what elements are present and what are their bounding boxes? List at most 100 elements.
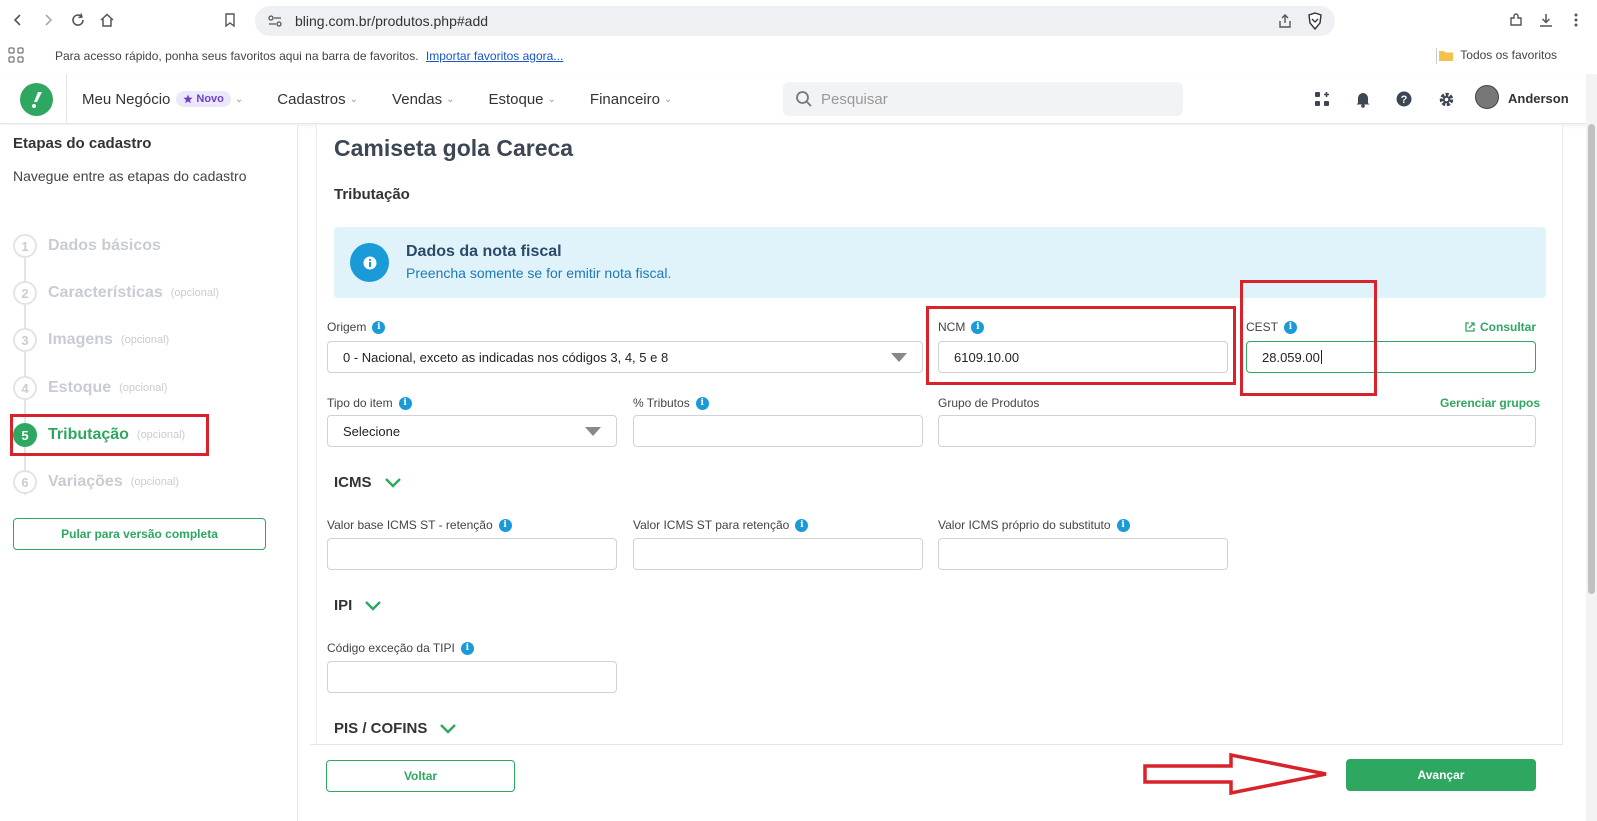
pis-cofins-section-toggle[interactable]: PIS / COFINS — [334, 720, 457, 737]
page-scrollbar[interactable] — [1586, 74, 1597, 821]
apps-add-icon[interactable] — [1312, 89, 1332, 109]
chevron-down-icon — [384, 477, 402, 489]
info-icon[interactable]: i — [795, 518, 809, 532]
step-imagens[interactable]: 3 Imagens (opcional) — [13, 328, 169, 352]
search-box[interactable] — [783, 82, 1183, 116]
back-button[interactable]: Voltar — [326, 760, 515, 792]
icms-st-input[interactable] — [633, 538, 923, 570]
address-bar[interactable]: bling.com.br/produtos.php#add — [255, 6, 1335, 36]
icms-base-label: Valor base ICMS ST - retenção i — [327, 518, 512, 532]
steps-sidebar: Etapas do cadastro Navegue entre as etap… — [0, 125, 298, 821]
icms-proprio-input[interactable] — [938, 538, 1228, 570]
downloads-icon[interactable] — [1536, 10, 1556, 30]
settings-gear-icon[interactable] — [1436, 89, 1456, 109]
annotation-box-cest — [1240, 280, 1377, 396]
url-text: bling.com.br/produtos.php#add — [295, 13, 489, 29]
new-badge: Novo — [176, 91, 231, 107]
skip-to-full-version-button[interactable]: Pular para versão completa — [13, 518, 266, 550]
origem-select[interactable]: 0 - Nacional, exceto as indicadas nos có… — [327, 341, 923, 373]
product-title: Camiseta gola Careca — [334, 135, 574, 161]
chevron-down-icon — [439, 723, 457, 735]
help-icon[interactable]: ? — [1394, 89, 1414, 109]
bookmarks-bar: Para acesso rápido, ponha seus favoritos… — [0, 40, 1597, 72]
annotation-box-ncm — [926, 306, 1236, 385]
all-bookmarks-button[interactable]: Todos os favoritos — [1438, 48, 1557, 62]
main-form: Camiseta gola Careca Tributação Dados da… — [316, 125, 1563, 745]
folder-icon — [1438, 49, 1454, 62]
info-subtitle: Preencha somente se for emitir nota fisc… — [406, 265, 672, 281]
tipo-item-label: Tipo do item i — [327, 396, 412, 410]
dropdown-caret-icon — [585, 427, 601, 436]
chevron-down-icon: ⌄ — [663, 93, 673, 105]
search-icon — [795, 90, 813, 108]
next-button[interactable]: Avançar — [1346, 759, 1536, 791]
gerenciar-grupos-link[interactable]: Gerenciar grupos — [1440, 396, 1540, 410]
bookmarks-hint: Para acesso rápido, ponha seus favoritos… — [55, 49, 419, 63]
user-avatar[interactable] — [1475, 85, 1499, 109]
grupo-produtos-input[interactable] — [938, 415, 1536, 447]
bookmarks-divider — [1436, 48, 1437, 64]
info-icon[interactable]: i — [695, 396, 709, 410]
menu-vendas[interactable]: Vendas ⌄ — [392, 91, 454, 108]
reload-icon[interactable] — [68, 10, 88, 30]
icms-st-label: Valor ICMS ST para retenção i — [633, 518, 809, 532]
menu-meu-negocio[interactable]: Meu Negócio Novo ⌄ — [82, 91, 243, 108]
user-name[interactable]: Anderson — [1508, 91, 1569, 106]
home-icon[interactable] — [97, 10, 117, 30]
tipo-item-select[interactable]: Selecione — [327, 415, 617, 447]
forward-icon[interactable] — [38, 10, 58, 30]
svg-text:?: ? — [1401, 94, 1408, 106]
tributos-input[interactable] — [633, 415, 923, 447]
back-icon[interactable] — [8, 10, 28, 30]
step-variacoes[interactable]: 6 Variações (opcional) — [13, 470, 179, 494]
step-caracteristicas[interactable]: 2 Características (opcional) — [13, 281, 219, 305]
info-icon[interactable]: i — [398, 396, 412, 410]
menu-estoque[interactable]: Estoque ⌄ — [488, 91, 555, 108]
apps-grid-icon[interactable] — [8, 47, 24, 63]
info-icon[interactable]: i — [372, 320, 386, 334]
brave-shield-icon[interactable] — [1307, 12, 1323, 30]
info-icon[interactable]: i — [498, 518, 512, 532]
search-input[interactable] — [821, 90, 1161, 108]
icms-base-input[interactable] — [327, 538, 617, 570]
browser-toolbar: bling.com.br/produtos.php#add — [0, 0, 1597, 40]
form-footer: Voltar Avançar — [310, 744, 1563, 821]
menu-financeiro[interactable]: Financeiro ⌄ — [590, 91, 672, 108]
consultar-link[interactable]: Consultar — [1464, 320, 1536, 334]
bling-logo[interactable] — [20, 83, 53, 116]
chevron-down-icon: ⌄ — [234, 93, 244, 105]
tipi-input[interactable] — [327, 661, 617, 693]
chevron-down-icon — [364, 600, 382, 612]
sidebar-title: Etapas do cadastro — [13, 135, 152, 152]
site-settings-icon[interactable] — [267, 14, 283, 28]
icms-proprio-label: Valor ICMS próprio do substituto i — [938, 518, 1130, 532]
extensions-icon[interactable] — [1506, 10, 1526, 30]
step-estoque[interactable]: 4 Estoque (opcional) — [13, 376, 167, 400]
annotation-arrow-icon — [1143, 752, 1327, 796]
menu-cadastros[interactable]: Cadastros ⌄ — [277, 91, 358, 108]
star-icon — [183, 94, 193, 104]
info-title: Dados da nota fiscal — [406, 243, 562, 260]
import-bookmarks-link[interactable]: Importar favoritos agora... — [426, 49, 563, 63]
bookmark-icon[interactable] — [220, 10, 240, 30]
sidebar-subtitle: Navegue entre as etapas do cadastro — [13, 168, 247, 184]
section-title: Tributação — [334, 186, 410, 203]
share-icon[interactable] — [1277, 13, 1293, 29]
notifications-bell-icon[interactable] — [1353, 89, 1373, 109]
info-icon[interactable]: i — [460, 641, 474, 655]
browser-menu-icon[interactable] — [1566, 10, 1586, 30]
ipi-section-toggle[interactable]: IPI — [334, 597, 382, 614]
info-icon[interactable]: i — [1116, 518, 1130, 532]
step-dados-basicos[interactable]: 1 Dados básicos — [13, 234, 161, 258]
tributos-label: % Tributos i — [633, 396, 709, 410]
external-link-icon — [1465, 322, 1475, 332]
annotation-box-tributacao — [10, 414, 209, 456]
main-menu: Meu Negócio Novo ⌄ Cadastros ⌄ Vendas ⌄ … — [82, 74, 706, 124]
grupo-produtos-label: Grupo de Produtos — [938, 396, 1040, 410]
icms-section-toggle[interactable]: ICMS — [334, 474, 402, 491]
chevron-down-icon: ⌄ — [547, 93, 556, 105]
tipi-label: Código exceção da TIPI i — [327, 641, 474, 655]
scrollbar-thumb[interactable] — [1588, 124, 1595, 594]
chevron-down-icon: ⌄ — [349, 93, 359, 105]
info-icon — [350, 243, 389, 282]
